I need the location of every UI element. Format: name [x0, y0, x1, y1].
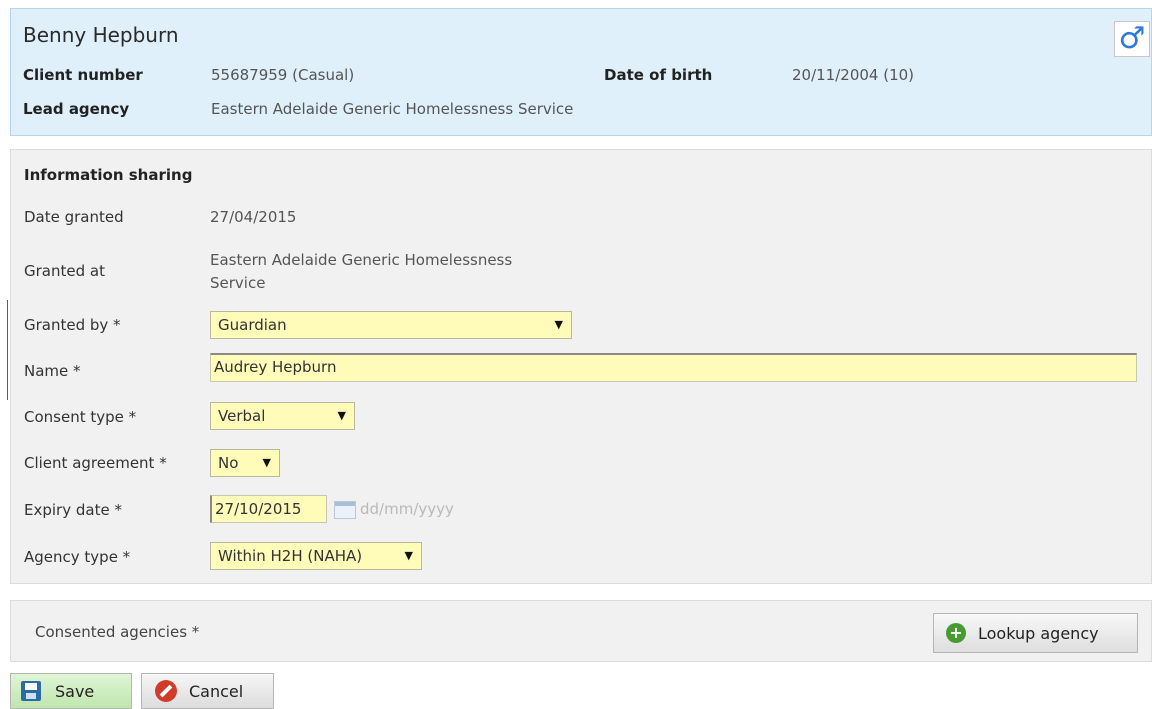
cancel-button[interactable]: Cancel — [141, 673, 274, 709]
cancel-circle-icon — [155, 680, 177, 702]
granted-at-label: Granted at — [24, 262, 105, 280]
client-number-label: Client number — [23, 66, 143, 84]
expiry-date-input[interactable]: 27/10/2015 — [210, 495, 327, 523]
dob-label: Date of birth — [604, 66, 713, 84]
client-name: Benny Hepburn — [23, 23, 179, 47]
agency-type-selected: Within H2H (NAHA) — [218, 547, 363, 565]
name-label: Name * — [24, 362, 81, 380]
client-header: Benny Hepburn ♂ Client number 55687959 (… — [10, 8, 1152, 136]
chevron-down-icon: ▼ — [404, 549, 413, 562]
client-number-value: 55687959 (Casual) — [211, 66, 355, 84]
chevron-down-icon: ▼ — [262, 456, 271, 469]
granted-at-value-line2: Service — [210, 274, 266, 292]
chevron-down-icon: ▼ — [337, 409, 346, 422]
lookup-agency-button[interactable]: + Lookup agency — [933, 613, 1138, 653]
gender-symbol: ♂ — [1118, 21, 1146, 56]
section-title: Information sharing — [24, 166, 193, 184]
date-granted-value: 27/04/2015 — [210, 208, 297, 226]
granted-at-value-line1: Eastern Adelaide Generic Homelessness — [210, 251, 513, 269]
granted-by-label: Granted by * — [24, 316, 121, 334]
expiry-date-label: Expiry date * — [24, 501, 122, 519]
granted-by-selected: Guardian — [218, 316, 287, 334]
lookup-agency-label: Lookup agency — [978, 623, 1099, 643]
validation-marker — [7, 300, 8, 400]
consent-type-selected: Verbal — [218, 407, 266, 425]
lead-agency-value: Eastern Adelaide Generic Homelessness Se… — [211, 100, 574, 118]
dob-value: 20/11/2004 (10) — [792, 66, 915, 84]
calendar-icon[interactable] — [334, 501, 356, 519]
chevron-down-icon: ▼ — [554, 318, 563, 331]
consented-agencies-label: Consented agencies * — [35, 623, 200, 641]
client-agreement-label: Client agreement * — [24, 454, 167, 472]
agency-type-select[interactable]: Within H2H (NAHA) ▼ — [210, 542, 422, 570]
consent-type-select[interactable]: Verbal ▼ — [210, 402, 355, 430]
add-circle-icon: + — [946, 623, 966, 643]
save-button[interactable]: Save — [10, 673, 132, 709]
consented-agencies-row: Consented agencies * + Lookup agency — [10, 600, 1152, 662]
lead-agency-label: Lead agency — [23, 100, 130, 118]
name-input[interactable]: Audrey Hepburn — [210, 353, 1137, 382]
save-label: Save — [55, 681, 95, 701]
male-gender-icon[interactable]: ♂ — [1114, 21, 1150, 57]
cancel-label: Cancel — [189, 681, 244, 701]
information-sharing-section: Information sharing Date granted 27/04/2… — [10, 149, 1152, 584]
date-granted-label: Date granted — [24, 208, 124, 226]
consent-type-label: Consent type * — [24, 408, 137, 426]
date-format-hint: dd/mm/yyyy — [360, 500, 454, 518]
client-agreement-selected: No — [218, 454, 239, 472]
save-disk-icon — [21, 681, 41, 701]
client-agreement-select[interactable]: No ▼ — [210, 449, 280, 477]
agency-type-label: Agency type * — [24, 548, 131, 566]
granted-by-select[interactable]: Guardian ▼ — [210, 311, 572, 339]
